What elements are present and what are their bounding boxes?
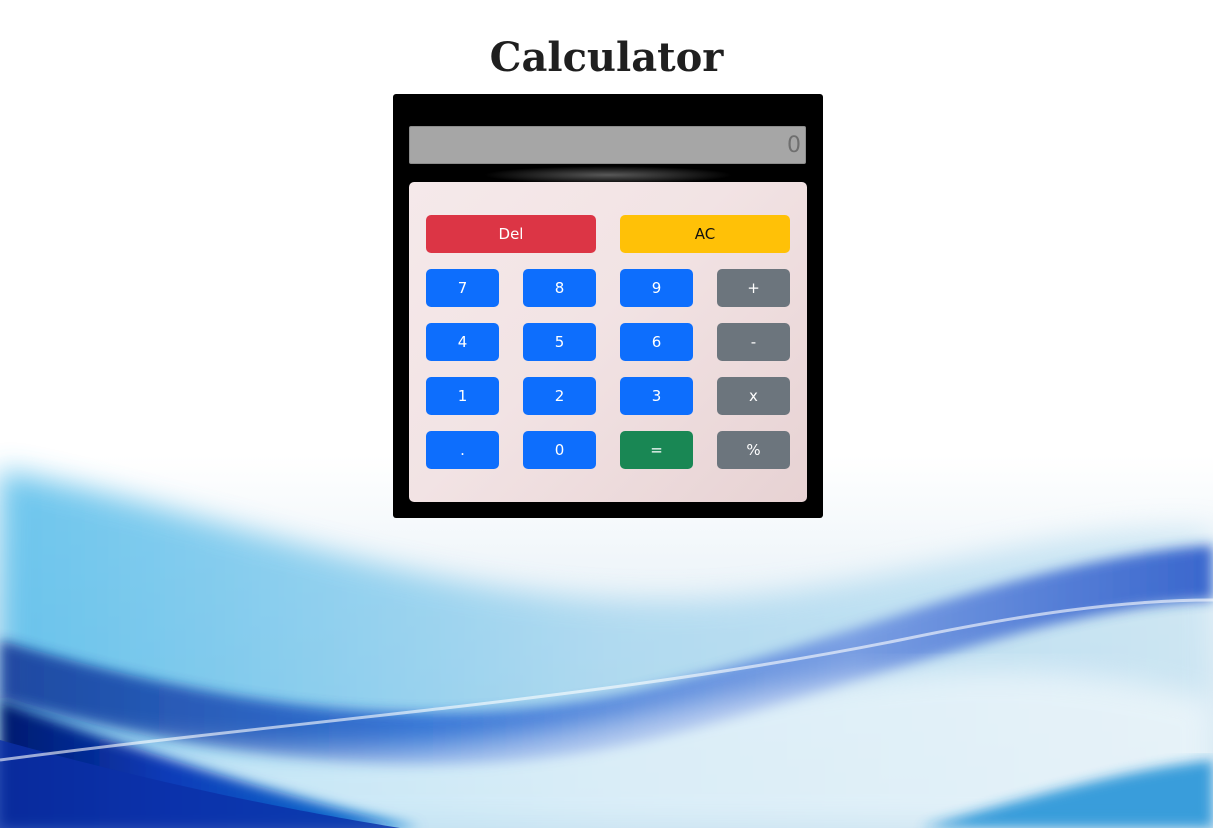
digit-8-button[interactable]: 8: [523, 269, 596, 307]
digit-7-button[interactable]: 7: [426, 269, 499, 307]
digit-0-button[interactable]: 0: [523, 431, 596, 469]
digit-3-button[interactable]: 3: [620, 377, 693, 415]
digit-6-button[interactable]: 6: [620, 323, 693, 361]
digit-2-button[interactable]: 2: [523, 377, 596, 415]
digit-4-button[interactable]: 4: [426, 323, 499, 361]
all-clear-button[interactable]: AC: [620, 215, 790, 253]
delete-button[interactable]: Del: [426, 215, 596, 253]
decimal-point-button[interactable]: .: [426, 431, 499, 469]
digit-1-button[interactable]: 1: [426, 377, 499, 415]
multiply-button[interactable]: x: [717, 377, 790, 415]
digit-9-button[interactable]: 9: [620, 269, 693, 307]
keypad: Del AC 7 8 9 + 4 5 6 - 1 2 3 x . 0 = %: [409, 182, 807, 502]
minus-button[interactable]: -: [717, 323, 790, 361]
percent-button[interactable]: %: [717, 431, 790, 469]
page-title: Calculator: [489, 34, 724, 81]
digit-5-button[interactable]: 5: [523, 323, 596, 361]
display-field[interactable]: 0: [409, 126, 806, 164]
plus-button[interactable]: +: [717, 269, 790, 307]
calculator: 0 Del AC 7 8 9 + 4 5 6 - 1 2 3 x . 0 = %: [393, 94, 823, 518]
equals-button[interactable]: =: [620, 431, 693, 469]
